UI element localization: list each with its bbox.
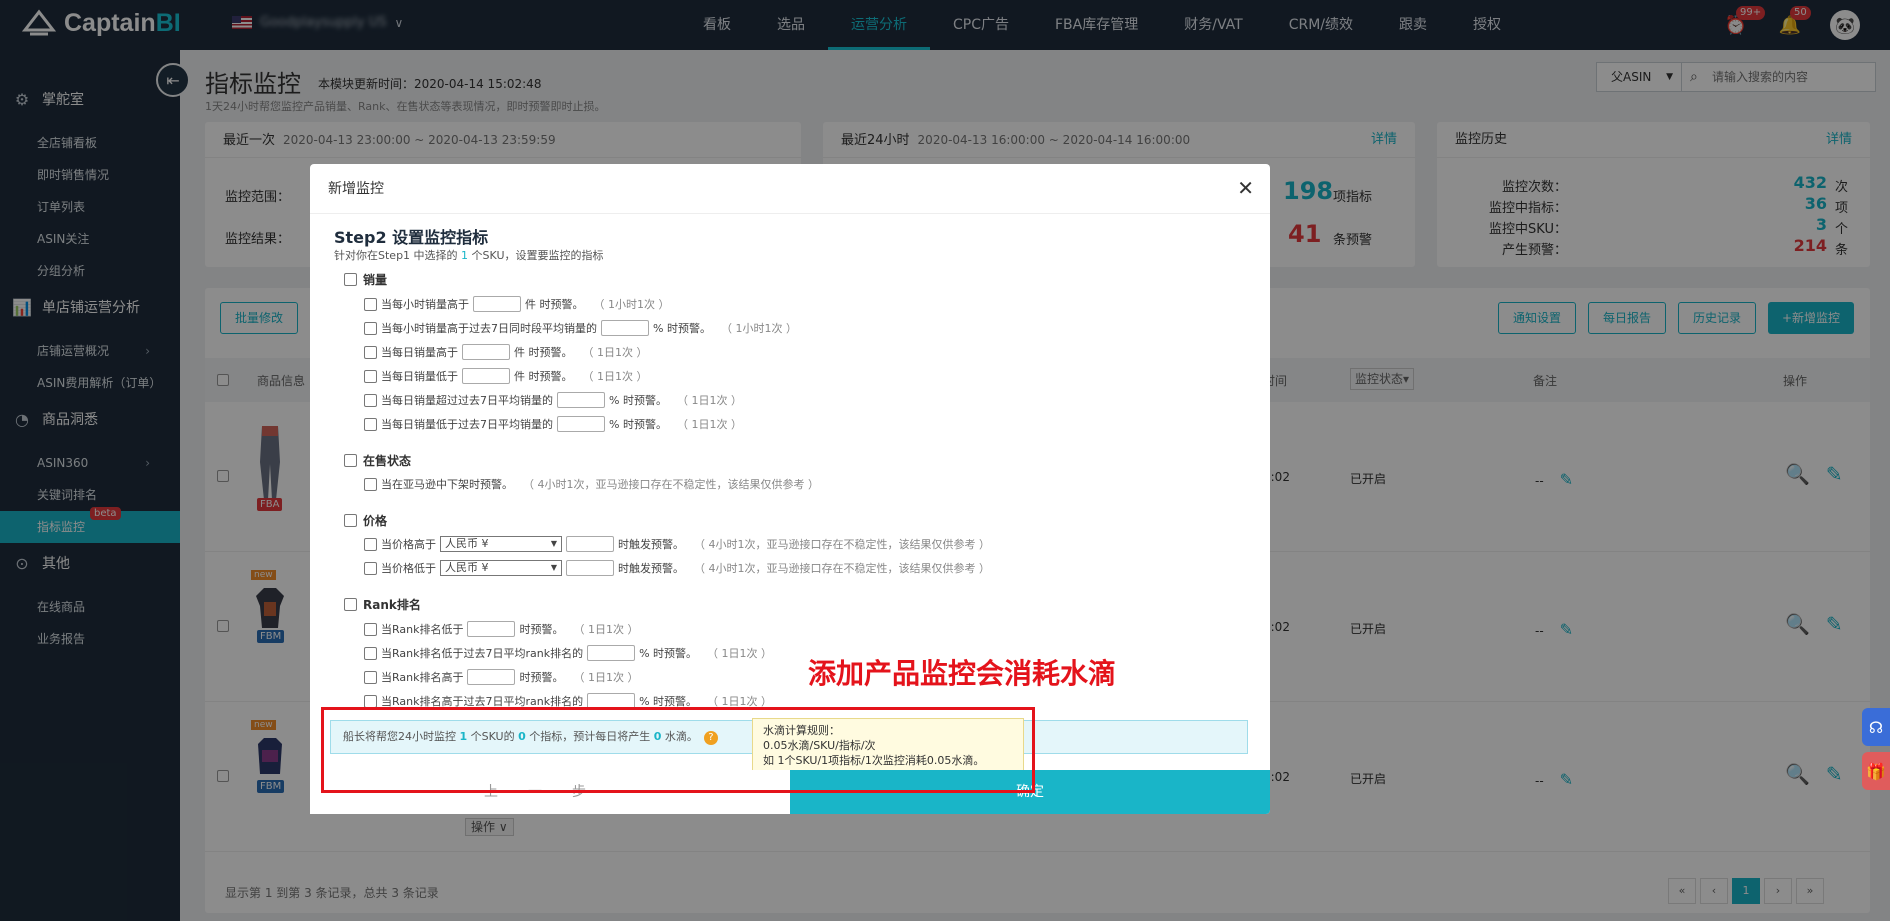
step-description: 针对你在Step1 中选择的 1 个SKU，设置要监控的指标 bbox=[334, 249, 604, 262]
sales-option-4: 当每日销量低于件 时预警。（ 1日1次 ） bbox=[364, 368, 648, 384]
rank-option-1: 当Rank排名低于 时预警。（ 1日1次 ） bbox=[364, 621, 638, 637]
group-rank[interactable]: Rank排名 bbox=[344, 596, 421, 613]
customer-service-button[interactable]: ☊ bbox=[1862, 708, 1890, 746]
annotation-text: 添加产品监控会消耗水滴 bbox=[808, 657, 1117, 690]
headset-icon: ☊ bbox=[1868, 717, 1884, 737]
threshold-input[interactable] bbox=[557, 392, 605, 408]
threshold-input[interactable] bbox=[467, 621, 516, 637]
option-checkbox[interactable] bbox=[364, 622, 377, 636]
gift-icon: 🎁 bbox=[1866, 761, 1886, 781]
threshold-input[interactable] bbox=[587, 645, 636, 661]
modal-title: 新增监控 bbox=[310, 164, 1270, 214]
sales-option-6: 当每日销量低于过去7日平均销量的% 时预警。（ 1日1次 ） bbox=[364, 416, 742, 432]
option-checkbox[interactable] bbox=[364, 393, 377, 407]
sales-option-2: 当每小时销量高于过去7日同时段平均销量的% 时预警。（ 1小时1次 ） bbox=[364, 320, 797, 336]
sales-option-5: 当每日销量超过过去7日平均销量的% 时预警。（ 1日1次 ） bbox=[364, 392, 742, 408]
option-checkbox[interactable] bbox=[364, 561, 377, 575]
option-checkbox[interactable] bbox=[364, 477, 377, 491]
price-input[interactable] bbox=[566, 560, 614, 576]
threshold-input[interactable] bbox=[462, 344, 510, 360]
option-checkbox[interactable] bbox=[364, 537, 377, 551]
threshold-input[interactable] bbox=[601, 320, 649, 336]
gift-button[interactable]: 🎁 bbox=[1862, 752, 1890, 790]
price-input[interactable] bbox=[566, 536, 614, 552]
option-checkbox[interactable] bbox=[364, 417, 377, 431]
option-checkbox[interactable] bbox=[364, 670, 377, 684]
group-price[interactable]: 价格 bbox=[344, 512, 387, 529]
sales-option-1: 当每小时销量高于件 时预警。（ 1小时1次 ） bbox=[364, 296, 670, 312]
onsale-option-1: 当在亚马逊中下架时预警。（ 4小时1次，亚马逊接口存在不稳定性，该结果仅供参考 … bbox=[364, 476, 819, 492]
rank-option-3: 当Rank排名高于 时预警。（ 1日1次 ） bbox=[364, 669, 638, 685]
close-icon[interactable]: ✕ bbox=[1237, 178, 1254, 198]
price-group-checkbox[interactable] bbox=[344, 514, 357, 527]
option-checkbox[interactable] bbox=[364, 369, 377, 383]
rank-group-checkbox[interactable] bbox=[344, 598, 357, 611]
price-option-2: 当价格低于 人民币 ¥ ▼ 时触发预警。（ 4小时1次，亚马逊接口存在不稳定性，该结果… bbox=[364, 560, 990, 576]
currency-select[interactable]: 人民币 ¥ ▼ bbox=[440, 560, 562, 576]
step-title: Step2 设置监控指标 bbox=[334, 228, 489, 247]
onsale-group-checkbox[interactable] bbox=[344, 454, 357, 467]
currency-select[interactable]: 人民币 ¥ ▼ bbox=[440, 536, 562, 552]
option-checkbox[interactable] bbox=[364, 297, 377, 311]
rank-option-2: 当Rank排名低于过去7日平均rank排名的% 时预警。（ 1日1次 ） bbox=[364, 645, 772, 661]
threshold-input[interactable] bbox=[557, 416, 605, 432]
option-checkbox[interactable] bbox=[364, 646, 377, 660]
highlight-frame bbox=[321, 707, 1035, 793]
threshold-input[interactable] bbox=[467, 669, 516, 685]
threshold-input[interactable] bbox=[473, 296, 521, 312]
group-onsale[interactable]: 在售状态 bbox=[344, 452, 411, 469]
caret-down-icon: ▼ bbox=[550, 563, 557, 572]
group-sales[interactable]: 销量 bbox=[344, 271, 387, 288]
caret-down-icon: ▼ bbox=[550, 539, 557, 548]
option-checkbox[interactable] bbox=[364, 345, 377, 359]
price-option-1: 当价格高于 人民币 ¥ ▼ 时触发预警。（ 4小时1次，亚马逊接口存在不稳定性，该结果… bbox=[364, 536, 990, 552]
sales-group-checkbox[interactable] bbox=[344, 273, 357, 286]
option-checkbox[interactable] bbox=[364, 694, 377, 708]
option-checkbox[interactable] bbox=[364, 321, 377, 335]
sales-option-3: 当每日销量高于件 时预警。（ 1日1次 ） bbox=[364, 344, 648, 360]
threshold-input[interactable] bbox=[462, 368, 510, 384]
